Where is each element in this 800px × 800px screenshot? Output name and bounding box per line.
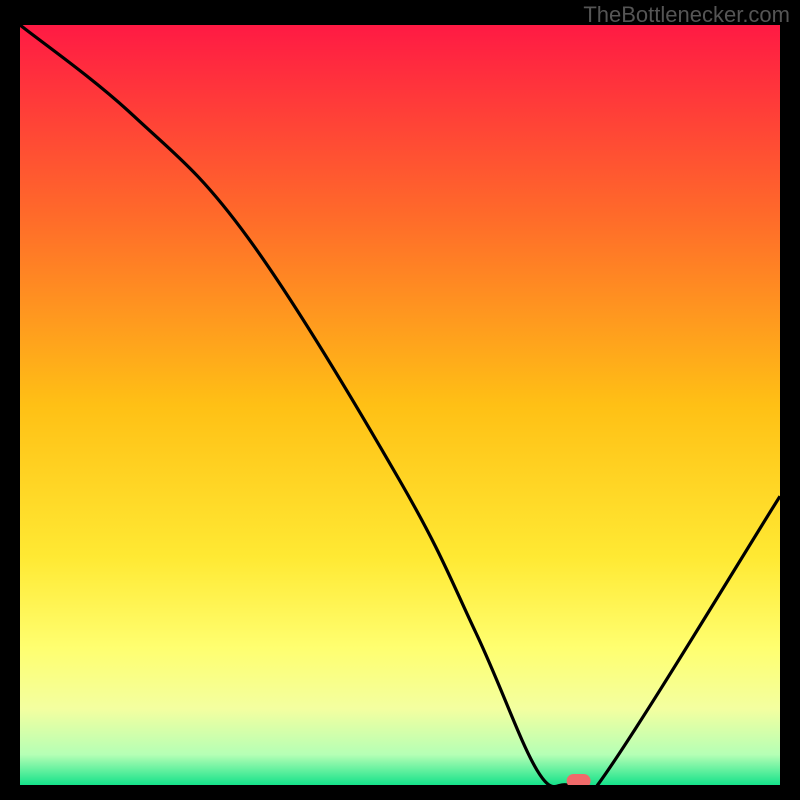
chart-container: TheBottlenecker.com [0, 0, 800, 800]
optimal-marker [567, 774, 591, 785]
plot-svg [20, 25, 780, 785]
gradient-background [20, 25, 780, 785]
watermark-text: TheBottlenecker.com [583, 2, 790, 28]
plot-frame [20, 25, 780, 785]
